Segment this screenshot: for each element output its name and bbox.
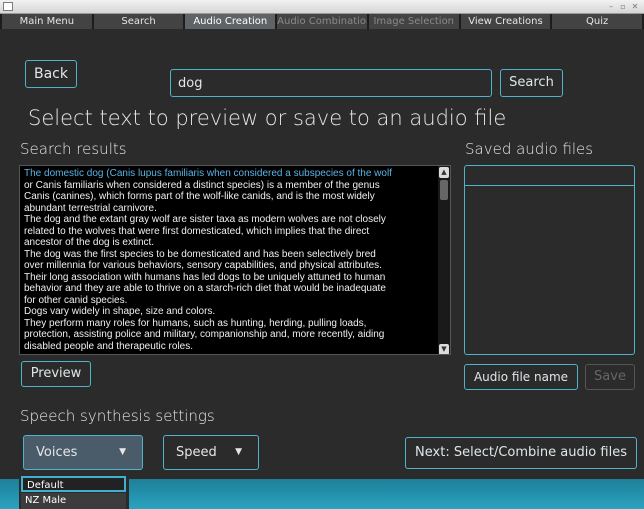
speed-label: Speed — [176, 445, 217, 460]
maximize-icon[interactable]: ▫ — [618, 1, 628, 13]
tab-audio-combination: Audio Combination — [277, 14, 367, 29]
window-title-bar: – ▫ ✕ — [0, 0, 644, 14]
results-scrollbar[interactable]: ▲ ▼ — [438, 166, 450, 354]
result-line: They perform many roles for humans, such… — [24, 317, 367, 329]
save-button: Save — [585, 364, 635, 390]
speed-dropdown[interactable]: Speed ▼ — [163, 435, 259, 470]
voice-option-default[interactable]: Default — [21, 476, 126, 492]
result-line: ancestor of the dog is extinct. — [24, 237, 155, 248]
back-button[interactable]: Back — [25, 60, 77, 88]
saved-audio-heading: Saved audio files — [465, 140, 594, 158]
result-line: Canis (canines), which forms part of the… — [24, 191, 375, 202]
chevron-down-icon: ▼ — [119, 447, 126, 457]
tab-quiz[interactable]: Quiz — [552, 14, 643, 29]
voices-label: Voices — [36, 445, 78, 460]
search-results-textarea[interactable]: The domestic dog (Canis lupus familiaris… — [19, 165, 451, 355]
result-line: protection, assisting police and militar… — [24, 329, 385, 340]
scroll-down-icon[interactable]: ▼ — [439, 344, 449, 354]
tab-bar: Main Menu Search Audio Creation Audio Co… — [0, 14, 644, 29]
search-results-heading: Search results — [20, 140, 127, 158]
preview-button[interactable]: Preview — [21, 361, 91, 387]
scroll-up-icon[interactable]: ▲ — [439, 167, 449, 178]
saved-audio-list[interactable] — [464, 165, 635, 355]
result-line: Dogs vary widely in shape, size and colo… — [24, 306, 216, 317]
selected-text: The domestic dog (Canis lupus familiaris… — [24, 168, 392, 179]
result-line: The dog was the first species to be dome… — [24, 248, 376, 260]
search-button[interactable]: Search — [500, 69, 563, 97]
voices-dropdown[interactable]: Voices ▼ — [23, 435, 143, 470]
close-icon[interactable]: ✕ — [630, 1, 640, 13]
speech-settings-heading: Speech synthesis settings — [20, 407, 215, 425]
page-title: Select text to preview or save to an aud… — [28, 106, 507, 130]
tab-view-creations[interactable]: View Creations — [460, 14, 551, 29]
result-line: abundant terrestrial carnivore. — [24, 202, 157, 214]
search-input[interactable] — [170, 69, 492, 97]
result-line: Their long association with humans has l… — [24, 271, 386, 283]
audio-file-name-button[interactable]: Audio file name — [464, 364, 578, 390]
result-line: disabled people and therapeutic roles. — [24, 340, 194, 352]
voices-options-list: Default NZ Male — [19, 473, 129, 509]
next-combine-button[interactable]: Next: Select/Combine audio files — [405, 437, 637, 469]
result-line: The dog and the extant gray wolf are sis… — [24, 214, 386, 225]
chevron-down-icon: ▼ — [235, 447, 242, 457]
tab-search[interactable]: Search — [93, 14, 184, 29]
result-line: or Canis familiaris when considered a di… — [24, 179, 380, 191]
saved-list-header — [465, 166, 634, 186]
tab-image-selection: Image Selection — [368, 14, 459, 29]
window-controls: – ▫ ✕ — [606, 1, 640, 13]
voice-option-nz-male[interactable]: NZ Male — [21, 493, 126, 509]
minimize-icon[interactable]: – — [606, 1, 616, 13]
result-line: for other canid species. — [24, 294, 128, 306]
tab-main-menu[interactable]: Main Menu — [2, 14, 92, 29]
app-icon — [3, 2, 13, 11]
result-line: behavior and they are able to thrive on … — [24, 283, 386, 294]
result-line: related to the wolves that were first do… — [24, 225, 370, 237]
results-text[interactable]: The domestic dog (Canis lupus familiaris… — [24, 168, 434, 352]
scroll-thumb[interactable] — [440, 180, 448, 200]
result-line: over millennia for various behaviors, se… — [24, 260, 382, 271]
tab-audio-creation[interactable]: Audio Creation — [185, 14, 276, 29]
